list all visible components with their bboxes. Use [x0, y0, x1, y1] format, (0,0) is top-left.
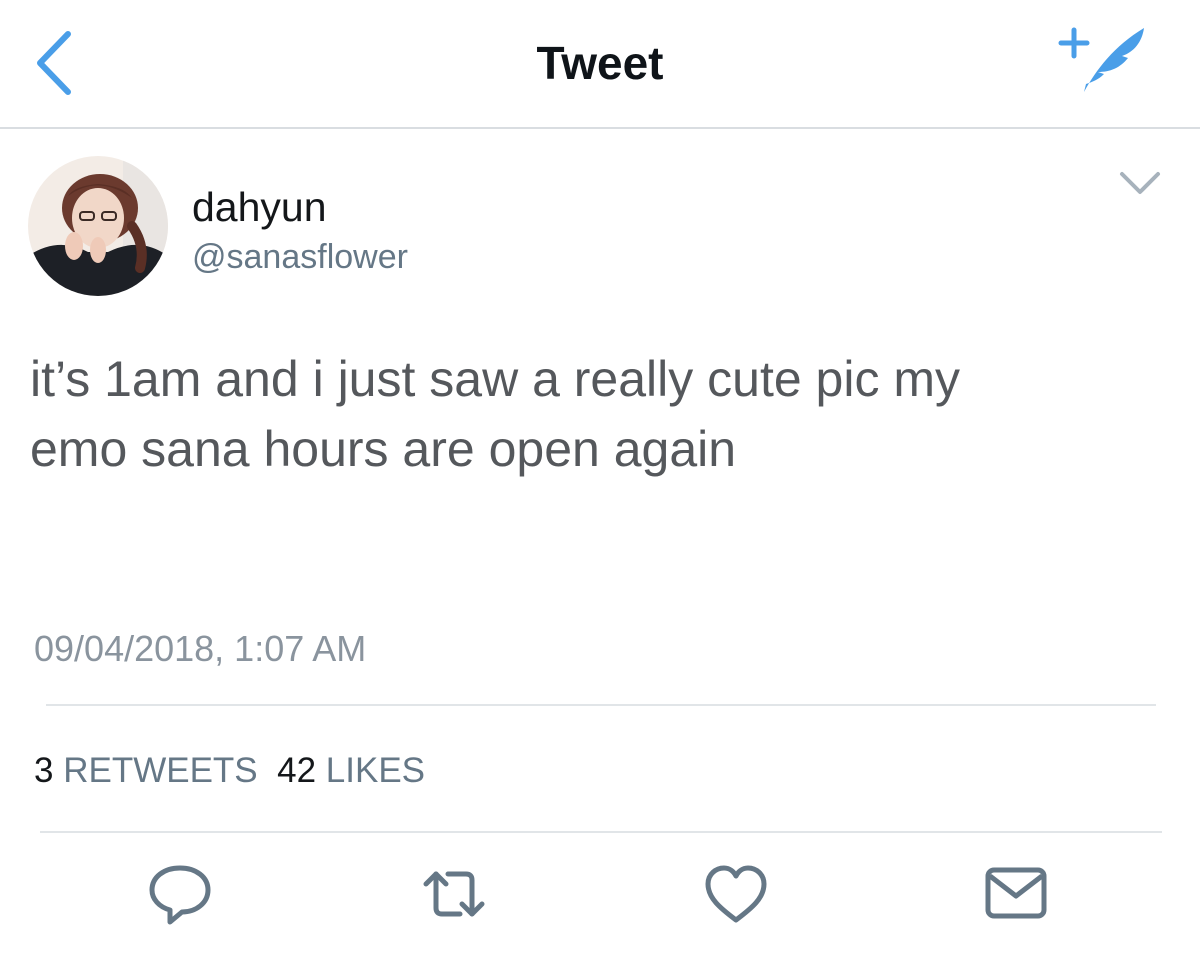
retweets-count: 3 [34, 751, 54, 790]
likes-label: LIKES [325, 751, 426, 790]
tweet-timestamp: 09/04/2018, 1:07 AM [34, 628, 367, 669]
retweets-stat[interactable]: 3 RETWEETS [34, 751, 258, 790]
reply-icon[interactable] [144, 862, 216, 926]
divider [46, 704, 1156, 706]
chevron-down-icon[interactable] [1118, 168, 1162, 198]
author-name[interactable]: dahyun [192, 184, 327, 231]
tweet-text-line: it’s 1am and i just saw a really cute pi… [30, 351, 961, 407]
top-bar: Tweet [0, 0, 1200, 129]
retweets-label: RETWEETS [63, 751, 258, 790]
author-handle[interactable]: @sanasflower [192, 238, 408, 277]
page-title: Tweet [536, 37, 664, 89]
avatar[interactable] [28, 156, 168, 296]
compose-tweet-icon[interactable] [1056, 22, 1148, 98]
divider [40, 831, 1162, 833]
retweet-icon[interactable] [418, 862, 490, 926]
likes-count: 42 [277, 751, 317, 790]
tweet-text-line: emo sana hours are open again [30, 421, 737, 477]
likes-stat[interactable]: 42 LIKES [277, 751, 425, 790]
tweet-text: it’s 1am and i just saw a really cute pi… [30, 344, 1170, 484]
engagement-stats: 3 RETWEETS 42 LIKES [34, 751, 425, 791]
envelope-icon[interactable] [980, 862, 1052, 926]
heart-icon[interactable] [700, 862, 772, 926]
